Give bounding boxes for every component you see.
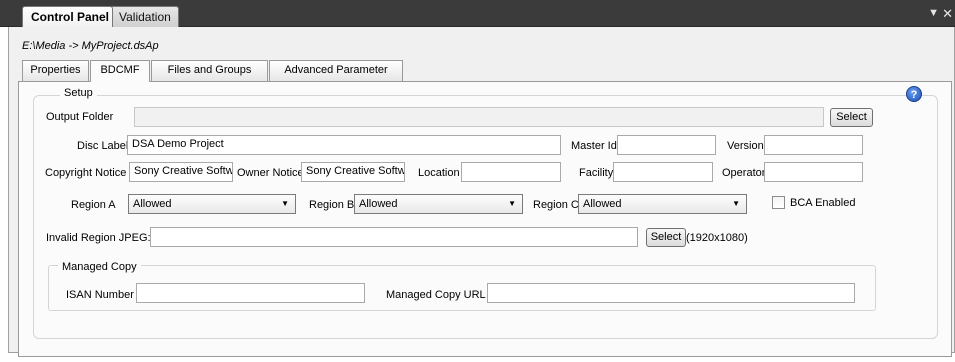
location-field[interactable] xyxy=(461,162,561,182)
operator-field[interactable] xyxy=(764,162,863,182)
facility-field[interactable] xyxy=(613,162,713,182)
chevron-down-icon: ▼ xyxy=(508,199,516,208)
tab-validation[interactable]: Validation xyxy=(110,6,179,27)
region-c-value: Allowed xyxy=(583,198,622,210)
isan-number-field[interactable] xyxy=(136,283,365,303)
managed-copy-url-label: Managed Copy URL xyxy=(386,289,486,301)
region-c-dropdown[interactable]: Allowed ▼ xyxy=(578,194,747,214)
disc-label-label: Disc Label xyxy=(77,140,129,152)
managed-copy-legend: Managed Copy xyxy=(58,261,141,273)
isan-number-label: ISAN Number xyxy=(66,289,134,301)
facility-label: Facility xyxy=(579,167,614,179)
chevron-down-icon: ▼ xyxy=(732,199,740,208)
version-label: Version xyxy=(727,140,764,152)
chevron-down-icon: ▼ xyxy=(281,199,289,208)
chevron-down-icon[interactable]: ▼ xyxy=(928,7,939,19)
tab-properties[interactable]: Properties xyxy=(22,60,89,81)
copyright-notice-field[interactable]: Sony Creative Softwa xyxy=(129,162,233,182)
region-b-value: Allowed xyxy=(359,198,398,210)
project-path: E:\Media -> MyProject.dsAp xyxy=(22,40,159,52)
output-folder-field[interactable] xyxy=(134,107,824,127)
region-b-label: Region B xyxy=(309,199,355,211)
operator-label: Operator xyxy=(722,167,766,179)
invalid-region-jpeg-label: Invalid Region JPEG: xyxy=(46,232,151,244)
help-icon[interactable]: ? xyxy=(906,86,922,102)
managed-copy-url-field[interactable] xyxy=(487,283,855,303)
bca-enabled-label: BCA Enabled xyxy=(790,197,856,209)
tab-files-and-groups[interactable]: Files and Groups xyxy=(151,60,268,81)
region-b-dropdown[interactable]: Allowed ▼ xyxy=(354,194,523,214)
setup-legend: Setup xyxy=(60,87,97,99)
tab-bdcmf[interactable]: BDCMF xyxy=(90,60,150,82)
region-a-dropdown[interactable]: Allowed ▼ xyxy=(128,194,296,214)
disc-label-field[interactable]: DSA Demo Project xyxy=(127,135,561,155)
owner-notice-field[interactable]: Sony Creative Softwa xyxy=(301,162,405,182)
region-a-value: Allowed xyxy=(133,198,172,210)
bca-enabled-checkbox[interactable] xyxy=(772,196,785,209)
output-folder-label: Output Folder xyxy=(46,111,114,123)
region-c-label: Region C xyxy=(533,199,579,211)
tab-advanced-parameter[interactable]: Advanced Parameter xyxy=(269,60,403,81)
master-id-label: Master Id xyxy=(571,140,617,152)
region-a-label: Region A xyxy=(71,199,116,211)
version-field[interactable] xyxy=(764,135,863,155)
output-folder-select-button[interactable]: Select xyxy=(830,108,873,127)
owner-notice-label: Owner Notice xyxy=(237,167,304,179)
close-icon[interactable]: ✕ xyxy=(942,6,953,22)
invalid-region-jpeg-field[interactable] xyxy=(150,227,638,247)
master-id-field[interactable] xyxy=(617,135,716,155)
tab-control-panel[interactable]: Control Panel xyxy=(22,6,113,27)
location-label: Location xyxy=(418,167,460,179)
copyright-notice-label: Copyright Notice xyxy=(45,167,127,179)
invalid-region-select-button[interactable]: Select xyxy=(646,228,686,247)
resolution-hint: (1920x1080) xyxy=(686,232,748,244)
